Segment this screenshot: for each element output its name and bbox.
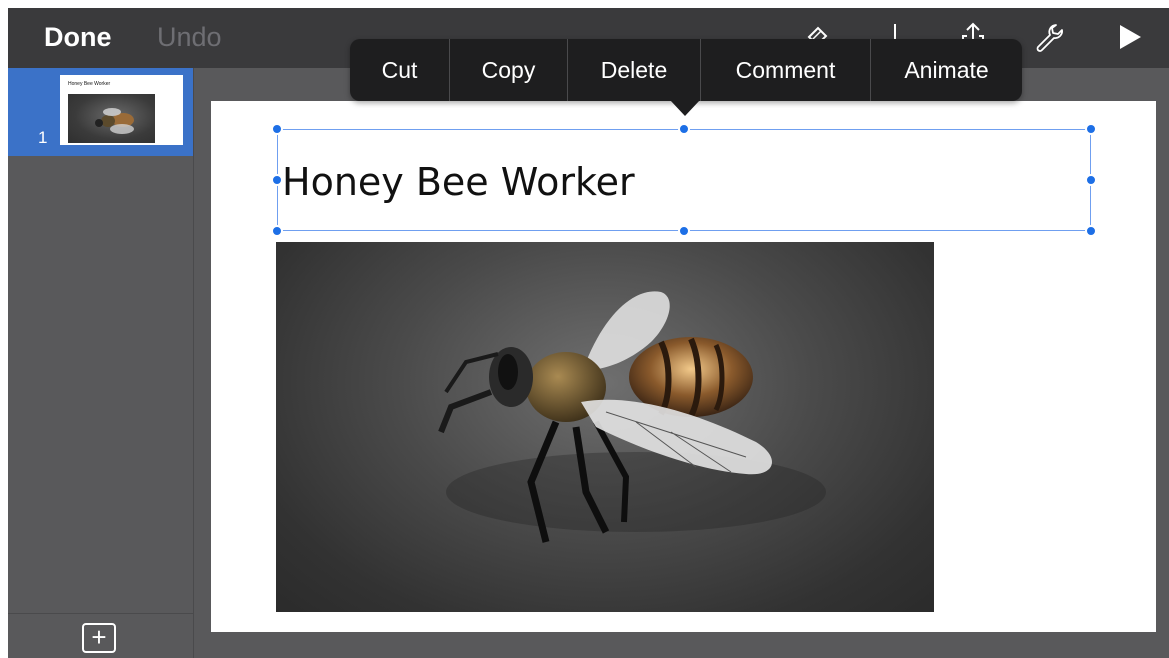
honey-bee-photo[interactable]: [276, 242, 934, 612]
selection-handle-bottom-left[interactable]: [271, 225, 283, 237]
slide-thumbnail-1[interactable]: 1 Honey Bee Worker: [8, 68, 193, 156]
selection-handle-right[interactable]: [1085, 174, 1097, 186]
selection-handle-bottom[interactable]: [678, 225, 690, 237]
keynote-window: Done Undo 1 Honey Bee Worker + Honey Bee…: [8, 8, 1169, 658]
play-icon[interactable]: [1112, 20, 1146, 54]
selection-handle-bottom-right[interactable]: [1085, 225, 1097, 237]
sidebar-footer: +: [8, 613, 193, 658]
selection-handle-left[interactable]: [271, 174, 283, 186]
slide-title[interactable]: Honey Bee Worker: [282, 160, 635, 204]
selection-handle-top[interactable]: [678, 123, 690, 135]
context-menu-pointer: [670, 100, 700, 116]
selection-handle-top-right[interactable]: [1085, 123, 1097, 135]
done-button[interactable]: Done: [44, 22, 112, 53]
wrench-icon[interactable]: [1032, 20, 1066, 54]
thumbnail-title: Honey Bee Worker: [68, 81, 111, 87]
animate-menu-item[interactable]: Animate: [871, 39, 1022, 101]
thumbnail-bee-image: [68, 94, 155, 143]
slide-thumbnail-preview[interactable]: Honey Bee Worker: [60, 75, 183, 145]
undo-button[interactable]: Undo: [157, 22, 222, 53]
add-slide-button[interactable]: +: [82, 623, 116, 653]
cut-menu-item[interactable]: Cut: [350, 39, 450, 101]
slide-navigator: 1 Honey Bee Worker +: [8, 68, 194, 658]
copy-menu-item[interactable]: Copy: [450, 39, 568, 101]
comment-menu-item[interactable]: Comment: [701, 39, 871, 101]
slide-number: 1: [38, 128, 48, 147]
delete-menu-item[interactable]: Delete: [568, 39, 701, 101]
title-text-box[interactable]: Honey Bee Worker: [277, 129, 1091, 231]
slide-canvas[interactable]: Honey Bee Worker: [211, 101, 1156, 632]
selection-handle-top-left[interactable]: [271, 123, 283, 135]
context-menu: Cut Copy Delete Comment Animate: [350, 39, 1022, 101]
